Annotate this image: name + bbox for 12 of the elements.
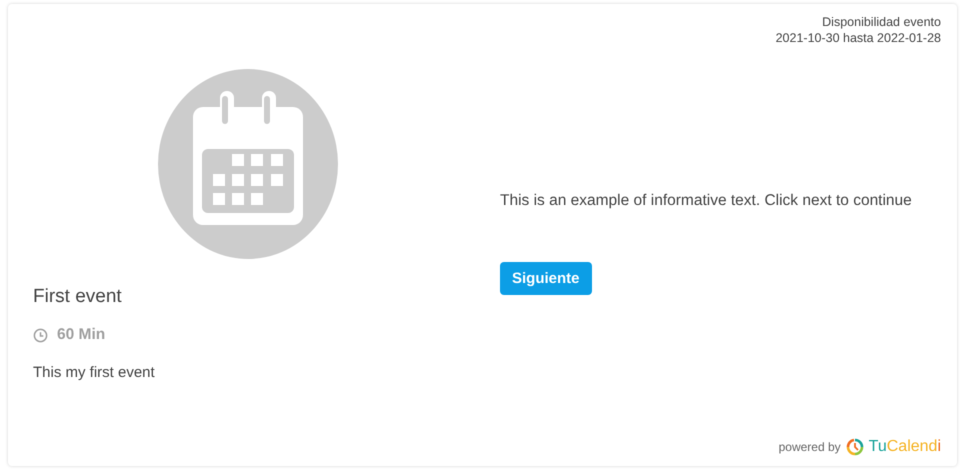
logo-icon [846,438,864,456]
next-button[interactable]: Siguiente [500,262,592,295]
event-description: This my first event [33,364,156,381]
info-text: This is an example of informative text. Click next to continue [500,192,912,210]
event-duration: 60 Min [57,326,106,344]
event-title: First event [33,286,123,308]
logo-text: TuCalendi [868,438,941,456]
availability-label: Disponibilidad evento [822,14,941,30]
powered-by-text: powered by [778,440,841,454]
clock-icon [33,328,48,342]
calendar-icon [158,69,338,259]
availability-dates: 2021-10-30 hasta 2022-01-28 [776,30,941,46]
